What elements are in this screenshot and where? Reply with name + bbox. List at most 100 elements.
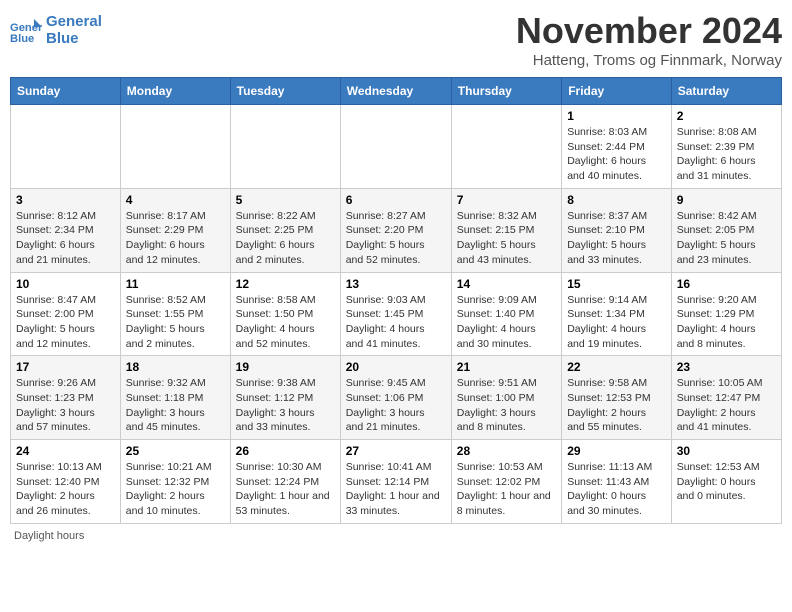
calendar-cell: 4 Sunrise: 8:17 AMSunset: 2:29 PMDaylight… [120, 188, 230, 272]
day-info: Sunrise: 9:51 AMSunset: 1:00 PMDaylight:… [457, 376, 556, 435]
day-number: 17 [16, 360, 115, 374]
day-number: 14 [457, 277, 556, 291]
calendar-cell [340, 105, 451, 189]
calendar-cell: 30Sunset: 12:53 AMDaylight: 0 hoursand 0… [671, 440, 781, 524]
day-number: 21 [457, 360, 556, 374]
day-number: 20 [346, 360, 446, 374]
day-info: Sunrise: 9:38 AMSunset: 1:12 PMDaylight:… [236, 376, 335, 435]
calendar-cell: 14 Sunrise: 9:09 AMSunset: 1:40 PMDayligh… [451, 272, 561, 356]
calendar-week-4: 17 Sunrise: 9:26 AMSunset: 1:23 PMDayligh… [11, 356, 782, 440]
day-number: 25 [126, 444, 225, 458]
calendar-week-5: 24 Sunrise: 10:13 AMSunset: 12:40 PMDayli… [11, 440, 782, 524]
logo-line1: General [46, 13, 102, 30]
calendar-cell: 13Sunrise: 9:03 AMSunset: 1:45 PMDayligh… [340, 272, 451, 356]
calendar-week-3: 10Sunrise: 8:47 AMSunset: 2:00 PMDayligh… [11, 272, 782, 356]
calendar-cell [230, 105, 340, 189]
day-number: 12 [236, 277, 335, 291]
day-info: Sunrise: 9:45 AMSunset: 1:06 PMDaylight:… [346, 376, 446, 435]
day-info: Sunrise: 9:26 AMSunset: 1:23 PMDaylight:… [16, 376, 115, 435]
header-saturday: Saturday [671, 78, 781, 105]
day-info: Sunrise: 8:12 AMSunset: 2:34 PMDaylight:… [16, 209, 115, 268]
day-info: Sunrise: 8:37 AMSunset: 2:10 PMDaylight:… [567, 209, 666, 268]
header-sunday: Sunday [11, 78, 121, 105]
calendar-cell: 11 Sunrise: 8:52 AMSunset: 1:55 PMDayligh… [120, 272, 230, 356]
day-number: 4 [126, 193, 225, 207]
calendar-cell: 5Sunrise: 8:22 AMSunset: 2:25 PMDaylight… [230, 188, 340, 272]
day-info: Sunrise: 9:32 AMSunset: 1:18 PMDaylight:… [126, 376, 225, 435]
calendar-week-1: 1Sunrise: 8:03 AMSunset: 2:44 PMDaylight… [11, 105, 782, 189]
day-info: Sunrise: 8:52 AMSunset: 1:55 PMDaylight:… [126, 293, 225, 352]
calendar-week-2: 3Sunrise: 8:12 AMSunset: 2:34 PMDaylight… [11, 188, 782, 272]
calendar-table: SundayMondayTuesdayWednesdayThursdayFrid… [10, 77, 782, 524]
day-info: Sunrise: 8:42 AMSunset: 2:05 PMDaylight:… [677, 209, 776, 268]
calendar-cell: 6 Sunrise: 8:27 AMSunset: 2:20 PMDaylight… [340, 188, 451, 272]
day-number: 16 [677, 277, 776, 291]
day-number: 6 [346, 193, 446, 207]
day-info: Sunrise: 10:13 AMSunset: 12:40 PMDayligh… [16, 460, 115, 519]
day-info: Sunrise: 9:14 AMSunset: 1:34 PMDaylight:… [567, 293, 666, 352]
day-info: Sunrise: 10:30 AMSunset: 12:24 PMDayligh… [236, 460, 335, 519]
calendar-cell [11, 105, 121, 189]
calendar-cell [120, 105, 230, 189]
day-number: 11 [126, 277, 225, 291]
calendar-cell: 7 Sunrise: 8:32 AMSunset: 2:15 PMDaylight… [451, 188, 561, 272]
title-area: November 2024 Hatteng, Troms og Finnmark… [516, 10, 782, 69]
calendar-cell: 28 Sunrise: 10:53 AMSunset: 12:02 PMDayli… [451, 440, 561, 524]
logo-line2: Blue [46, 31, 102, 48]
header-tuesday: Tuesday [230, 78, 340, 105]
calendar-cell: 21 Sunrise: 9:51 AMSunset: 1:00 PMDayligh… [451, 356, 561, 440]
day-number: 22 [567, 360, 666, 374]
calendar-cell: 18 Sunrise: 9:32 AMSunset: 1:18 PMDayligh… [120, 356, 230, 440]
day-info: Sunrise: 8:08 AMSunset: 2:39 PMDaylight:… [677, 125, 776, 184]
day-number: 18 [126, 360, 225, 374]
day-number: 8 [567, 193, 666, 207]
footer-note: Daylight hours [10, 530, 782, 542]
day-info: Sunrise: 10:05 AMSunset: 12:47 PMDayligh… [677, 376, 776, 435]
header-friday: Friday [562, 78, 672, 105]
day-number: 9 [677, 193, 776, 207]
day-info: Sunrise: 8:58 AMSunset: 1:50 PMDaylight:… [236, 293, 335, 352]
calendar-cell: 29 Sunrise: 11:13 AMSunset: 11:43 AMDayli… [562, 440, 672, 524]
day-number: 29 [567, 444, 666, 458]
calendar-header-row: SundayMondayTuesdayWednesdayThursdayFrid… [11, 78, 782, 105]
calendar-cell: 22Sunrise: 9:58 AMSunset: 12:53 PMDaylig… [562, 356, 672, 440]
day-number: 26 [236, 444, 335, 458]
calendar-cell: 8 Sunrise: 8:37 AMSunset: 2:10 PMDaylight… [562, 188, 672, 272]
day-number: 27 [346, 444, 446, 458]
day-info: Sunrise: 9:09 AMSunset: 1:40 PMDaylight:… [457, 293, 556, 352]
day-number: 19 [236, 360, 335, 374]
day-info: Sunrise: 8:27 AMSunset: 2:20 PMDaylight:… [346, 209, 446, 268]
day-info: Sunrise: 10:53 AMSunset: 12:02 PMDayligh… [457, 460, 556, 519]
calendar-cell: 24 Sunrise: 10:13 AMSunset: 12:40 PMDayli… [11, 440, 121, 524]
day-info: Sunrise: 9:20 AMSunset: 1:29 PMDaylight:… [677, 293, 776, 352]
day-number: 13 [346, 277, 446, 291]
calendar-cell: 27 Sunrise: 10:41 AMSunset: 12:14 PMDayli… [340, 440, 451, 524]
calendar-cell: 1Sunrise: 8:03 AMSunset: 2:44 PMDaylight… [562, 105, 672, 189]
header-thursday: Thursday [451, 78, 561, 105]
day-number: 28 [457, 444, 556, 458]
header-monday: Monday [120, 78, 230, 105]
day-number: 10 [16, 277, 115, 291]
day-number: 24 [16, 444, 115, 458]
day-info: Sunrise: 8:32 AMSunset: 2:15 PMDaylight:… [457, 209, 556, 268]
day-info: Sunrise: 8:17 AMSunset: 2:29 PMDaylight:… [126, 209, 225, 268]
calendar-cell [451, 105, 561, 189]
day-info: Sunrise: 8:22 AMSunset: 2:25 PMDaylight:… [236, 209, 335, 268]
calendar-cell: 10Sunrise: 8:47 AMSunset: 2:00 PMDayligh… [11, 272, 121, 356]
calendar-cell: 9 Sunrise: 8:42 AMSunset: 2:05 PMDaylight… [671, 188, 781, 272]
day-number: 2 [677, 109, 776, 123]
header-wednesday: Wednesday [340, 78, 451, 105]
day-number: 1 [567, 109, 666, 123]
day-number: 15 [567, 277, 666, 291]
day-number: 7 [457, 193, 556, 207]
page-header: General Blue General Blue November 2024 … [10, 10, 782, 69]
location-subtitle: Hatteng, Troms og Finnmark, Norway [516, 52, 782, 69]
day-info: Sunrise: 10:41 AMSunset: 12:14 PMDayligh… [346, 460, 446, 519]
day-number: 23 [677, 360, 776, 374]
month-title: November 2024 [516, 10, 782, 52]
svg-text:Blue: Blue [10, 33, 34, 45]
calendar-cell: 16 Sunrise: 9:20 AMSunset: 1:29 PMDayligh… [671, 272, 781, 356]
day-info: Sunset: 12:53 AMDaylight: 0 hoursand 0 m… [677, 460, 776, 504]
calendar-cell: 26 Sunrise: 10:30 AMSunset: 12:24 PMDayli… [230, 440, 340, 524]
day-info: Sunrise: 11:13 AMSunset: 11:43 AMDayligh… [567, 460, 666, 519]
